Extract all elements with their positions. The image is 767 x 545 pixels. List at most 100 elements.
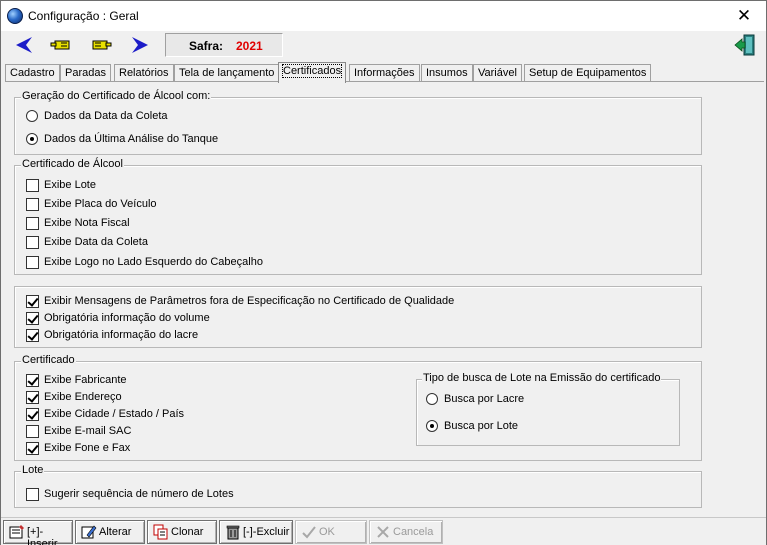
exit-door-icon: [734, 34, 755, 56]
tab-label: Informações: [354, 67, 415, 79]
checkbox[interactable]: [26, 236, 39, 249]
excluir-label: [-]-Excluir: [243, 526, 290, 538]
insert-record-icon: [9, 525, 24, 539]
alterar-button[interactable]: Alterar: [75, 520, 145, 544]
tab-paradas[interactable]: Paradas: [60, 64, 111, 82]
arrow-right-icon: [132, 37, 148, 53]
certificados-page: Geração do Certificado de Álcool com: Da…: [5, 81, 764, 515]
cancel-x-icon: [377, 526, 389, 538]
checkbox[interactable]: [26, 295, 39, 308]
tab-variavel[interactable]: Variável: [473, 64, 522, 82]
tipo-busca-group: Tipo de busca de Lote na Emissão do cert…: [416, 372, 680, 446]
radio-button[interactable]: [26, 110, 38, 122]
radio-button[interactable]: [426, 420, 438, 432]
ok-button[interactable]: OK: [295, 520, 367, 544]
tipo-busca-title: Tipo de busca de Lote na Emissão do cert…: [422, 372, 662, 384]
tab-label: Cadastro: [10, 67, 55, 79]
checkbox-label: Exibe Lote: [44, 179, 96, 191]
checkbox[interactable]: [26, 217, 39, 230]
cancela-label: Cancela: [393, 526, 434, 538]
config-window: Configuração : Geral ✕ Safra: 2021 Cadas…: [0, 0, 767, 545]
radio-label: Busca por Lacre: [444, 393, 525, 405]
checkbox-label: Obrigatória informação do lacre: [44, 329, 199, 341]
tab-label: Variável: [478, 67, 517, 79]
checkbox-label: Exibe E-mail SAC: [44, 425, 132, 437]
radio-label: Dados da Data da Coleta: [44, 110, 168, 122]
checkbox-label: Obrigatória informação do volume: [44, 312, 210, 324]
checkbox-label: Exibe Nota Fiscal: [44, 217, 130, 229]
excluir-button[interactable]: [-]-Excluir: [219, 520, 293, 544]
alterar-label: Alterar: [99, 526, 132, 538]
tab-cadastro[interactable]: Cadastro: [5, 64, 60, 82]
window-title: Configuração : Geral: [28, 9, 139, 23]
checkbox-label: Exibir Mensagens de Parâmetros fora de E…: [44, 295, 455, 307]
checkbox[interactable]: [26, 374, 39, 387]
checkbox[interactable]: [26, 442, 39, 455]
next-button[interactable]: [127, 33, 153, 57]
geracao-title: Geração do Certificado de Álcool com:: [21, 90, 212, 102]
safra-value: 2021: [236, 39, 263, 53]
radio-label: Dados da Última Análise do Tanque: [44, 133, 219, 145]
safra-label: Safra:: [189, 39, 224, 53]
toolbar: Safra: 2021: [1, 31, 766, 61]
tab-informacoes[interactable]: Informações: [349, 64, 420, 82]
tab-relatorios[interactable]: Relatórios: [114, 64, 174, 82]
inserir-label: [+]-Inserir: [27, 526, 58, 545]
tab-certificados[interactable]: Certificados: [278, 62, 347, 83]
title-bar: Configuração : Geral ✕: [1, 1, 766, 31]
checkbox[interactable]: [26, 312, 39, 325]
checkbox[interactable]: [26, 425, 39, 438]
checkbox[interactable]: [26, 488, 39, 501]
checkbox-label: Exibe Endereço: [44, 391, 122, 403]
checkbox[interactable]: [26, 179, 39, 192]
radio-label: Busca por Lote: [444, 420, 518, 432]
lote-group: Lote Sugerir sequência de número de Lote…: [14, 464, 702, 508]
action-bar: [+]-Inserir Alterar Clonar [-]-Excluir O…: [1, 517, 766, 545]
tab-label: Setup de Equipamentos: [529, 67, 647, 79]
checkbox[interactable]: [26, 391, 39, 404]
tab-label: Relatórios: [119, 67, 169, 79]
hand-pointing-left-icon: [50, 40, 70, 50]
cert-alcool-group: Certificado de Álcool Exibe Lote Exibe P…: [14, 158, 702, 275]
checkbox-label: Sugerir sequência de número de Lotes: [44, 488, 234, 500]
tab-setup-equipamentos[interactable]: Setup de Equipamentos: [524, 64, 652, 82]
arrow-left-icon: [16, 37, 32, 53]
safra-display: Safra: 2021: [165, 33, 283, 57]
last-button[interactable]: [87, 33, 113, 57]
checkmark-icon: [302, 526, 316, 539]
inserir-button[interactable]: [+]-Inserir: [3, 520, 73, 545]
hand-pointing-right-icon: [92, 40, 112, 50]
tab-strip: Cadastro Paradas Relatórios Tela de lanç…: [5, 62, 765, 83]
app-icon: [7, 8, 23, 24]
certificado-title: Certificado: [21, 354, 76, 366]
tab-label: Paradas: [65, 67, 106, 79]
first-button[interactable]: [49, 33, 75, 57]
checkbox[interactable]: [26, 329, 39, 342]
tab-insumos[interactable]: Insumos: [421, 64, 473, 82]
previous-button[interactable]: [11, 33, 37, 57]
checkbox-label: Exibe Cidade / Estado / País: [44, 408, 185, 420]
edit-record-icon: [81, 525, 97, 539]
checkbox-label: Exibe Fabricante: [44, 374, 127, 386]
checkbox-label: Exibe Fone e Fax: [44, 442, 131, 454]
checkbox-label: Exibe Data da Coleta: [44, 236, 148, 248]
certificado-group: Certificado Exibe Fabricante Exibe Ender…: [14, 354, 702, 461]
ok-label: OK: [319, 526, 335, 538]
checkbox[interactable]: [26, 408, 39, 421]
checkbox[interactable]: [26, 198, 39, 211]
clone-record-icon: [153, 524, 168, 540]
checkbox[interactable]: [26, 256, 39, 269]
cancela-button[interactable]: Cancela: [369, 520, 443, 544]
clonar-button[interactable]: Clonar: [147, 520, 217, 544]
exit-button[interactable]: [732, 33, 758, 57]
close-button[interactable]: ✕: [724, 1, 764, 31]
tab-tela-lancamento[interactable]: Tela de lançamento: [174, 64, 280, 82]
lote-title: Lote: [21, 464, 45, 476]
cert-alcool-title: Certificado de Álcool: [21, 158, 124, 170]
radio-button[interactable]: [26, 133, 38, 145]
radio-button[interactable]: [426, 393, 438, 405]
tab-label: Insumos: [426, 67, 468, 79]
tab-label: Certificados: [281, 64, 343, 78]
qualidade-group: Exibir Mensagens de Parâmetros fora de E…: [14, 286, 702, 348]
trash-icon: [226, 525, 240, 540]
